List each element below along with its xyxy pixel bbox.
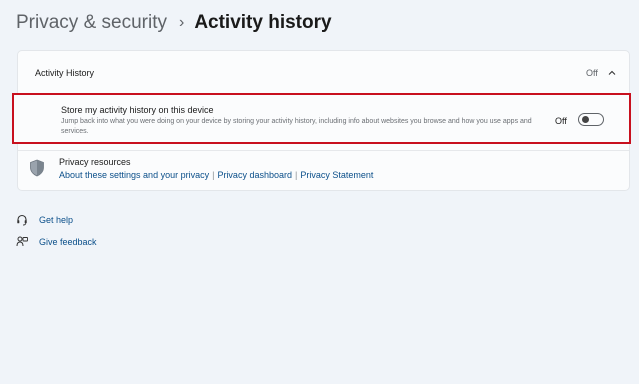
store-activity-toggle[interactable] [578, 113, 604, 126]
store-activity-toggle-state: Off [555, 116, 567, 126]
store-activity-label: Store my activity history on this device [61, 105, 214, 115]
chevron-up-icon[interactable] [607, 68, 617, 78]
page-title: Activity history [194, 12, 332, 33]
link-privacy-dashboard[interactable]: Privacy dashboard [217, 170, 292, 180]
privacy-resources: Privacy resources About these settings a… [18, 151, 629, 190]
activity-history-card: Activity History Off Store my activity h… [12, 50, 631, 191]
link-about-settings[interactable]: About these settings and your privacy [59, 170, 209, 180]
breadcrumb-parent[interactable]: Privacy & security [16, 12, 167, 34]
give-feedback-link[interactable]: Give feedback [16, 236, 97, 248]
breadcrumb-separator: › [178, 14, 185, 31]
toggle-knob [582, 116, 589, 123]
help-headset-icon [17, 214, 27, 226]
store-activity-setting-row: Store my activity history on this device… [12, 93, 631, 144]
privacy-resources-title: Privacy resources [59, 157, 131, 167]
shield-icon [30, 159, 44, 177]
activity-history-title: Activity History [35, 68, 95, 78]
get-help-link[interactable]: Get help [16, 214, 73, 226]
link-separator: | [212, 170, 215, 180]
link-separator: | [294, 170, 298, 180]
feedback-icon [16, 236, 28, 247]
activity-history-header[interactable]: Activity History Off [18, 51, 629, 94]
link-privacy-statement[interactable]: Privacy Statement [300, 170, 373, 180]
breadcrumb: Privacy & security › Activity history [16, 12, 332, 34]
give-feedback-label: Give feedback [39, 237, 97, 247]
privacy-resources-links: About these settings and your privacy | Pr… [59, 170, 373, 180]
activity-history-state: Off [586, 68, 598, 78]
store-activity-description: Jump back into what you were doing on yo… [61, 118, 532, 135]
get-help-label: Get help [39, 215, 74, 225]
